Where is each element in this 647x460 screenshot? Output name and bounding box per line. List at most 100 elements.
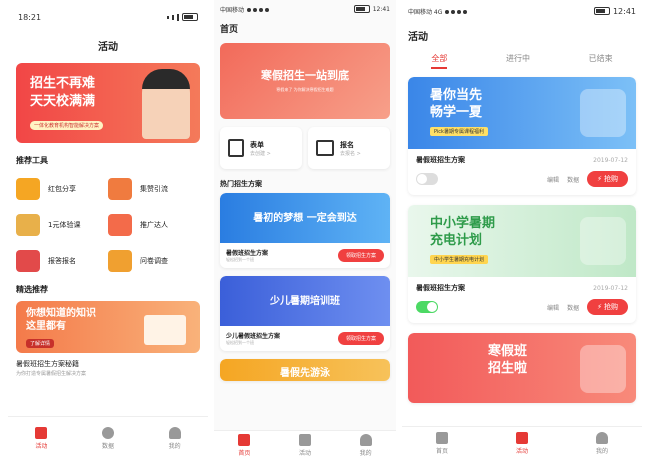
hero-line-1: 招生不再难 <box>30 76 96 91</box>
signal-icon <box>167 13 198 21</box>
carrier: 中国移动 <box>220 6 245 14</box>
plan-card[interactable]: 暑假先游泳 <box>220 359 390 381</box>
plan-banner: 暑初的梦想 一定会到达 <box>220 193 390 243</box>
tab-label: 活动 <box>35 443 48 450</box>
tab-mine[interactable]: 我的 <box>595 432 608 455</box>
plan-banner-text: 少儿暑期培训班 <box>270 296 340 307</box>
signal-dots-icon <box>246 7 270 14</box>
survey-icon <box>108 250 132 272</box>
tab-activity[interactable]: 活动 <box>515 432 528 455</box>
tool-label: 推广达人 <box>140 221 168 229</box>
tab-activity[interactable]: 活动 <box>298 434 311 457</box>
quick-label: 表单 <box>250 140 264 149</box>
activity-line-2: 充电计划 <box>430 233 483 248</box>
activity-list: 暑你当先 畅学一夏 Pick暑期专属课程福利 暑假班招生方案 2019-07-12 编辑数… <box>402 77 642 403</box>
quick-form-card[interactable]: 表单 去创建 > <box>220 127 302 169</box>
edit-link[interactable]: 编辑 <box>547 303 559 312</box>
tab-mine[interactable]: 我的 <box>359 434 372 457</box>
tool-item[interactable]: 推广达人 <box>108 214 200 236</box>
plan-list: 暑初的梦想 一定会到达 暑假班招生方案 轻松招到一个班 领取招生方案 少儿暑期培训班 少儿… <box>214 193 396 381</box>
tool-item[interactable]: 集赞引流 <box>108 178 200 200</box>
red-envelope-icon <box>16 178 40 200</box>
activity-banner: 寒假班 招生啦 <box>408 333 636 403</box>
activity-banner: 中小学暑期 充电计划 中小学生暑期充电计划 <box>408 205 636 277</box>
plan-banner-text: 暑初的梦想 一定会到达 <box>253 213 357 224</box>
user-icon <box>359 434 372 446</box>
plan-title: 暑假班招生方案 <box>226 250 269 257</box>
quick-label: 报名 <box>340 140 354 149</box>
quick-signup-card[interactable]: 报名 去报名 > <box>308 127 390 169</box>
featured-button[interactable]: 了解详情 <box>26 339 55 348</box>
data-link[interactable]: 数据 <box>567 175 579 184</box>
page-title: 活动 <box>98 42 118 53</box>
article-title[interactable]: 暑假班招生方案秘籍 <box>8 353 208 370</box>
tab-activity[interactable]: 活动 <box>35 427 47 450</box>
data-link[interactable]: 数据 <box>567 303 579 312</box>
battery-icon <box>182 13 198 21</box>
tool-label: 问卷调查 <box>140 257 168 265</box>
form-icon <box>16 250 40 272</box>
illustration-icon <box>580 345 626 393</box>
page-title: 活动 <box>408 32 428 43</box>
article-sub: 为你打造专属暑假招生解决方案 <box>16 371 87 377</box>
pie-chart-icon <box>101 427 114 439</box>
battery-icon <box>353 5 370 13</box>
filter-ongoing[interactable]: 进行中 <box>506 53 530 69</box>
plan-sub: 轻松招到一个班 <box>226 340 254 345</box>
buy-button[interactable]: ⚡ 抢购 <box>587 171 628 187</box>
plan-card[interactable]: 暑初的梦想 一定会到达暑假班招生方案 轻松招到一个班 领取招生方案 <box>220 193 390 268</box>
activity-card[interactable]: 暑你当先 畅学一夏 Pick暑期专属课程福利 暑假班招生方案 2019-07-12 编辑数… <box>408 77 636 195</box>
tab-home[interactable]: 首页 <box>238 434 250 457</box>
activity-line-2: 招生啦 <box>488 361 528 376</box>
tab-data[interactable]: 数据 <box>101 427 114 450</box>
edit-link[interactable]: 编辑 <box>547 175 559 184</box>
quick-sub: 去报名 > <box>340 150 361 157</box>
tool-item[interactable]: 报答报名 <box>16 250 108 272</box>
tab-label: 我的 <box>359 450 372 457</box>
tab-home[interactable]: 首页 <box>435 432 448 455</box>
hero-banner[interactable]: 寒假招生一站到底 寒假来了 为你解决寒假招生难题 <box>220 43 390 119</box>
activity-line-2: 畅学一夏 <box>430 105 483 120</box>
activity-card[interactable]: 中小学暑期 充电计划 中小学生暑期充电计划 暑假班招生方案 2019-07-12 编辑 数据… <box>408 205 636 323</box>
buy-button[interactable]: ⚡ 抢购 <box>587 299 628 315</box>
carrier: 中国移动 4G <box>408 8 443 16</box>
tab-bar: 首页 活动 我的 <box>214 430 396 460</box>
list-icon <box>298 434 311 446</box>
hero-sub: 寒假来了 为你解决寒假招生难题 <box>276 87 334 92</box>
tool-item[interactable]: 问卷调查 <box>108 250 200 272</box>
tab-label: 数据 <box>101 443 114 450</box>
featured-banner[interactable]: 你想知道的知识 这里都有 了解详情 <box>16 301 200 353</box>
activity-toggle[interactable] <box>416 301 438 313</box>
activity-line-1: 暑你当先 <box>430 88 483 103</box>
activity-date: 2019-07-12 <box>593 156 628 164</box>
featured-line-1: 你想知道的知识 <box>26 308 96 319</box>
activity-banner: 暑你当先 畅学一夏 Pick暑期专属课程福利 <box>408 77 636 149</box>
status-time: 12:41 <box>612 6 636 16</box>
hero-banner[interactable]: 招生不再难 天天校满满 一体化教育机构智能解决方案 <box>16 63 200 143</box>
user-icon <box>595 432 608 444</box>
status-bar: 中国移动 4G 12:41 <box>402 0 642 22</box>
hero-line-1: 寒假招生一站到底 <box>261 69 349 82</box>
tab-mine[interactable]: 我的 <box>168 427 181 450</box>
featured-line-2: 这里都有 <box>26 321 66 332</box>
get-plan-button[interactable]: 领取招生方案 <box>337 332 384 345</box>
plan-sub: 轻松招到一个班 <box>226 257 254 262</box>
user-icon <box>168 427 181 439</box>
activity-toggle[interactable] <box>416 173 438 185</box>
filter-ended[interactable]: 已结束 <box>589 53 613 69</box>
illustration-icon <box>580 89 626 137</box>
tool-item[interactable]: 1元体验课 <box>16 214 108 236</box>
plan-banner: 暑假先游泳 <box>220 359 390 381</box>
filter-all[interactable]: 全部 <box>431 53 448 69</box>
tool-item[interactable]: 红包分享 <box>16 178 108 200</box>
tab-label: 首页 <box>435 448 448 455</box>
battery-icon <box>593 7 610 15</box>
list-icon <box>515 432 528 444</box>
plan-card[interactable]: 少儿暑期培训班 少儿暑假班招生方案 轻松招到一个班 领取招生方案 <box>220 276 390 351</box>
coin-icon <box>16 214 40 236</box>
status-bar: 18:21 <box>8 0 208 34</box>
plan-banner-text: 暑假先游泳 <box>280 368 330 379</box>
activity-card[interactable]: 寒假班 招生啦 <box>408 333 636 403</box>
activity-title: 暑假班招生方案 <box>416 156 465 164</box>
get-plan-button[interactable]: 领取招生方案 <box>337 249 384 262</box>
